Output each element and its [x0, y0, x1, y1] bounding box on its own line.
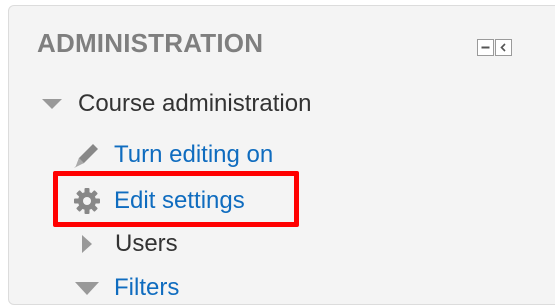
tree-item-label: Turn editing on: [114, 141, 274, 168]
tree-item-course-administration[interactable]: Course administration: [40, 90, 311, 118]
minimize-icon: [480, 42, 491, 53]
tree-item-label: Filters: [114, 274, 180, 301]
tree-item-filters[interactable]: Filters: [70, 274, 179, 302]
triangle-down-icon: [70, 276, 104, 300]
triangle-right-icon: [77, 230, 97, 258]
block-title: ADMINISTRATION: [37, 28, 264, 58]
dock-button[interactable]: [495, 39, 512, 56]
triangle-down-icon: [40, 92, 64, 116]
tree-item-turn-editing-on[interactable]: Turn editing on: [70, 139, 273, 171]
block-controls: [477, 39, 512, 56]
highlight-box: [53, 171, 299, 227]
tree-item-label: Users: [115, 230, 178, 257]
minimize-button[interactable]: [477, 39, 494, 56]
dock-left-icon: [498, 42, 509, 53]
tree-item-users[interactable]: Users: [77, 230, 178, 258]
tree-item-label: Course administration: [78, 90, 312, 117]
pencil-icon: [70, 139, 104, 171]
